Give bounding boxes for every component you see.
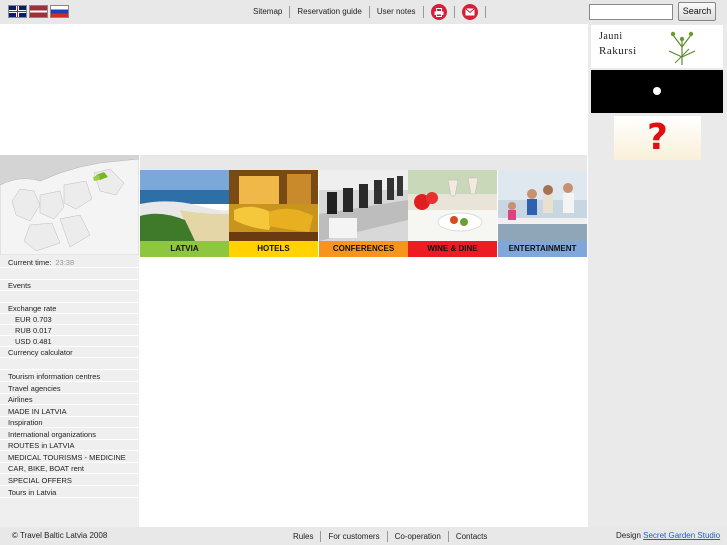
reservation-guide-link[interactable]: Reservation guide bbox=[290, 6, 370, 18]
category-label: HOTELS bbox=[229, 241, 318, 257]
design-label: Design bbox=[616, 531, 641, 540]
category-header-strip bbox=[140, 155, 587, 170]
banner-logo-text: Jauni bbox=[599, 31, 623, 42]
currency-value: 0.017 bbox=[32, 326, 52, 335]
europe-map[interactable] bbox=[0, 155, 139, 255]
exchange-rate-label: Exchange rate bbox=[0, 303, 139, 314]
sidebar-item-airlines[interactable]: Airlines bbox=[0, 394, 139, 405]
currency-code: EUR bbox=[15, 315, 31, 324]
jauni-rakursi-banner[interactable]: Jauni Rakursi bbox=[591, 25, 723, 68]
category-tile-entertainment[interactable]: ENTERTAINMENT bbox=[498, 170, 587, 257]
currency-value: 0.481 bbox=[32, 337, 52, 346]
category-label: WINE & DINE bbox=[408, 241, 497, 257]
sidebar-item-special-offers[interactable]: SPECIAL OFFERS bbox=[0, 475, 139, 486]
beach-photo bbox=[140, 170, 229, 241]
sidebar-item-travel-agencies[interactable]: Travel agencies bbox=[0, 383, 139, 394]
question-mark-icon: ? bbox=[647, 117, 668, 158]
footer-link-co-operation[interactable]: Co-operation bbox=[388, 530, 449, 542]
sidebar-item-currency-calculator[interactable]: Currency calculator bbox=[0, 347, 139, 358]
footer: © Travel Baltic Latvia 2008 Rules For cu… bbox=[0, 527, 727, 545]
current-time-value: 23:38 bbox=[55, 258, 75, 267]
flag-uk-icon[interactable] bbox=[8, 5, 27, 18]
currency-value: 0.703 bbox=[32, 315, 52, 324]
footer-link-for-customers[interactable]: For customers bbox=[321, 530, 388, 542]
sidebar-item-car-bike-boat-rent[interactable]: CAR, BIKE, BOAT rent bbox=[0, 463, 139, 474]
sidebar-spacer bbox=[0, 269, 139, 280]
dining-table-photo bbox=[408, 170, 497, 241]
right-banner-column: Jauni Rakursi ? bbox=[588, 24, 727, 527]
category-tile-hotels[interactable]: HOTELS bbox=[229, 170, 318, 257]
current-time: Current time: 23:38 bbox=[0, 257, 139, 268]
sidebar-item-tourism-info-centres[interactable]: Tourism information centres bbox=[0, 371, 139, 382]
category-label: CONFERENCES bbox=[319, 241, 408, 257]
question-banner[interactable]: ? bbox=[614, 116, 701, 160]
plant-logo-icon bbox=[668, 31, 696, 65]
design-studio-link[interactable]: Secret Garden Studio bbox=[643, 531, 720, 540]
footer-link-contacts[interactable]: Contacts bbox=[449, 531, 495, 542]
currency-code: RUB bbox=[15, 326, 31, 335]
separator bbox=[484, 6, 486, 18]
exchange-rate-eur: EUR 0.703 bbox=[0, 314, 139, 325]
category-tile-conferences[interactable]: CONFERENCES bbox=[319, 170, 408, 257]
category-tile-latvia[interactable]: LATVIA bbox=[140, 170, 229, 257]
hotel-room-photo bbox=[229, 170, 318, 241]
category-label: ENTERTAINMENT bbox=[498, 241, 587, 257]
sidebar-spacer bbox=[0, 292, 139, 303]
copyright-text: © Travel Baltic Latvia 2008 bbox=[12, 531, 108, 540]
email-icon[interactable] bbox=[461, 4, 478, 20]
sidebar-spacer bbox=[0, 359, 139, 370]
footer-link-rules[interactable]: Rules bbox=[286, 530, 322, 542]
separator bbox=[453, 6, 455, 18]
top-bar: Sitemap Reservation guide User notes Sea… bbox=[0, 0, 727, 24]
category-tile-wine-dine[interactable]: WINE & DINE bbox=[408, 170, 497, 257]
conference-hall-photo bbox=[319, 170, 408, 241]
banner-logo-text: Rakursi bbox=[599, 45, 637, 57]
sidebar-item-made-in-latvia[interactable]: MADE IN LATVIA bbox=[0, 406, 139, 417]
current-time-label: Current time: bbox=[8, 258, 52, 267]
sitemap-link[interactable]: Sitemap bbox=[246, 6, 291, 18]
print-icon[interactable] bbox=[430, 4, 447, 20]
footer-nav: Rules For customers Co-operation Contact… bbox=[286, 527, 494, 545]
family-photo bbox=[498, 170, 587, 241]
currency-code: USD bbox=[15, 337, 31, 346]
sidebar-item-international-organizations[interactable]: International organizations bbox=[0, 429, 139, 440]
sidebar-item-routes-in-latvia[interactable]: ROUTES in LATVIA bbox=[0, 440, 139, 451]
flag-russia-icon[interactable] bbox=[50, 5, 69, 18]
sidebar-item-events[interactable]: Events bbox=[0, 280, 139, 291]
user-notes-link[interactable]: User notes bbox=[370, 6, 424, 18]
sidebar-item-medical-tourism[interactable]: MEDICAL TOURISMS - MEDICINE bbox=[0, 452, 139, 463]
flag-latvia-icon[interactable] bbox=[29, 5, 48, 18]
sidebar-item-inspiration[interactable]: Inspiration bbox=[0, 417, 139, 428]
sidebar-item-tours-in-latvia[interactable]: Tours in Latvia bbox=[0, 487, 139, 498]
category-label: LATVIA bbox=[140, 241, 229, 257]
design-credit: Design Secret Garden Studio bbox=[616, 527, 720, 545]
black-banner[interactable] bbox=[591, 70, 723, 113]
search-button[interactable]: Search bbox=[678, 2, 716, 21]
exchange-rate-rub: RUB 0.017 bbox=[0, 325, 139, 336]
banner-dot bbox=[653, 87, 661, 95]
exchange-rate-usd: USD 0.481 bbox=[0, 336, 139, 347]
search-input[interactable] bbox=[589, 4, 673, 20]
left-sidebar: Current time: 23:38 Events Exchange rate … bbox=[0, 155, 139, 527]
top-nav: Sitemap Reservation guide User notes bbox=[246, 0, 486, 24]
